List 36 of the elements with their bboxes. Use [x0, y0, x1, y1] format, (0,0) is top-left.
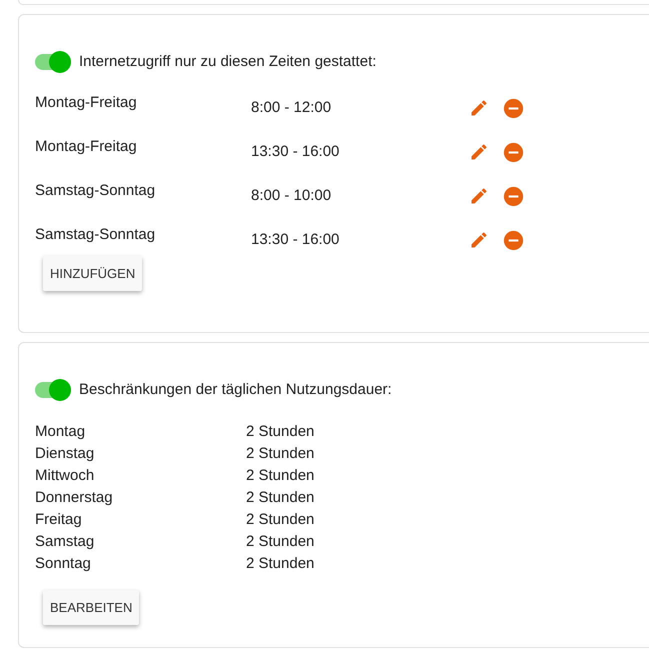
day-name: Mittwoch: [35, 466, 96, 486]
day-name: Montag: [35, 422, 86, 442]
edit-icon[interactable]: [469, 142, 489, 162]
remove-icon[interactable]: [503, 230, 524, 251]
edit-icon[interactable]: [469, 230, 489, 250]
section-label: Beschränkungen der täglichen Nutzungsdauer:: [79, 380, 392, 400]
time-range: 8:00 - 10:00: [251, 187, 332, 205]
day-range: Samstag-Sonntag: [35, 182, 156, 200]
day-range: Montag-Freitag: [35, 94, 138, 112]
edit-icon[interactable]: [469, 186, 489, 206]
day-name: Samstag: [35, 532, 96, 552]
remove-icon[interactable]: [503, 98, 524, 119]
toggle-switch[interactable]: [35, 54, 71, 70]
time-limit: 2 Stunden: [246, 510, 314, 530]
time-limit: 2 Stunden: [246, 532, 314, 552]
edit-icon[interactable]: [469, 98, 489, 118]
day-name: Donnerstag: [35, 488, 114, 508]
add-button[interactable]: HINZUFÜGEN: [43, 256, 142, 291]
time-limit: 2 Stunden: [246, 488, 314, 508]
day-range: Montag-Freitag: [35, 138, 138, 156]
section-label: Internetzugriff nur zu diesen Zeiten gestattet:: [79, 52, 376, 72]
time-limit: 2 Stunden: [246, 422, 314, 442]
time-limit: 2 Stunden: [246, 466, 314, 486]
day-name: Freitag: [35, 510, 83, 530]
remove-icon[interactable]: [503, 186, 524, 207]
time-limit: 2 Stunden: [246, 444, 314, 464]
time-range: 8:00 - 12:00: [251, 99, 332, 117]
day-name: Sonntag: [35, 554, 92, 574]
edit-button[interactable]: BEARBEITEN: [43, 590, 140, 625]
remove-icon[interactable]: [503, 142, 524, 163]
toggle-switch[interactable]: [35, 382, 71, 398]
day-name: Dienstag: [35, 444, 96, 464]
time-range: 13:30 - 16:00: [251, 143, 340, 161]
time-limit: 2 Stunden: [246, 554, 314, 574]
time-range: 13:30 - 16:00: [251, 231, 340, 249]
day-range: Samstag-Sonntag: [35, 226, 156, 244]
